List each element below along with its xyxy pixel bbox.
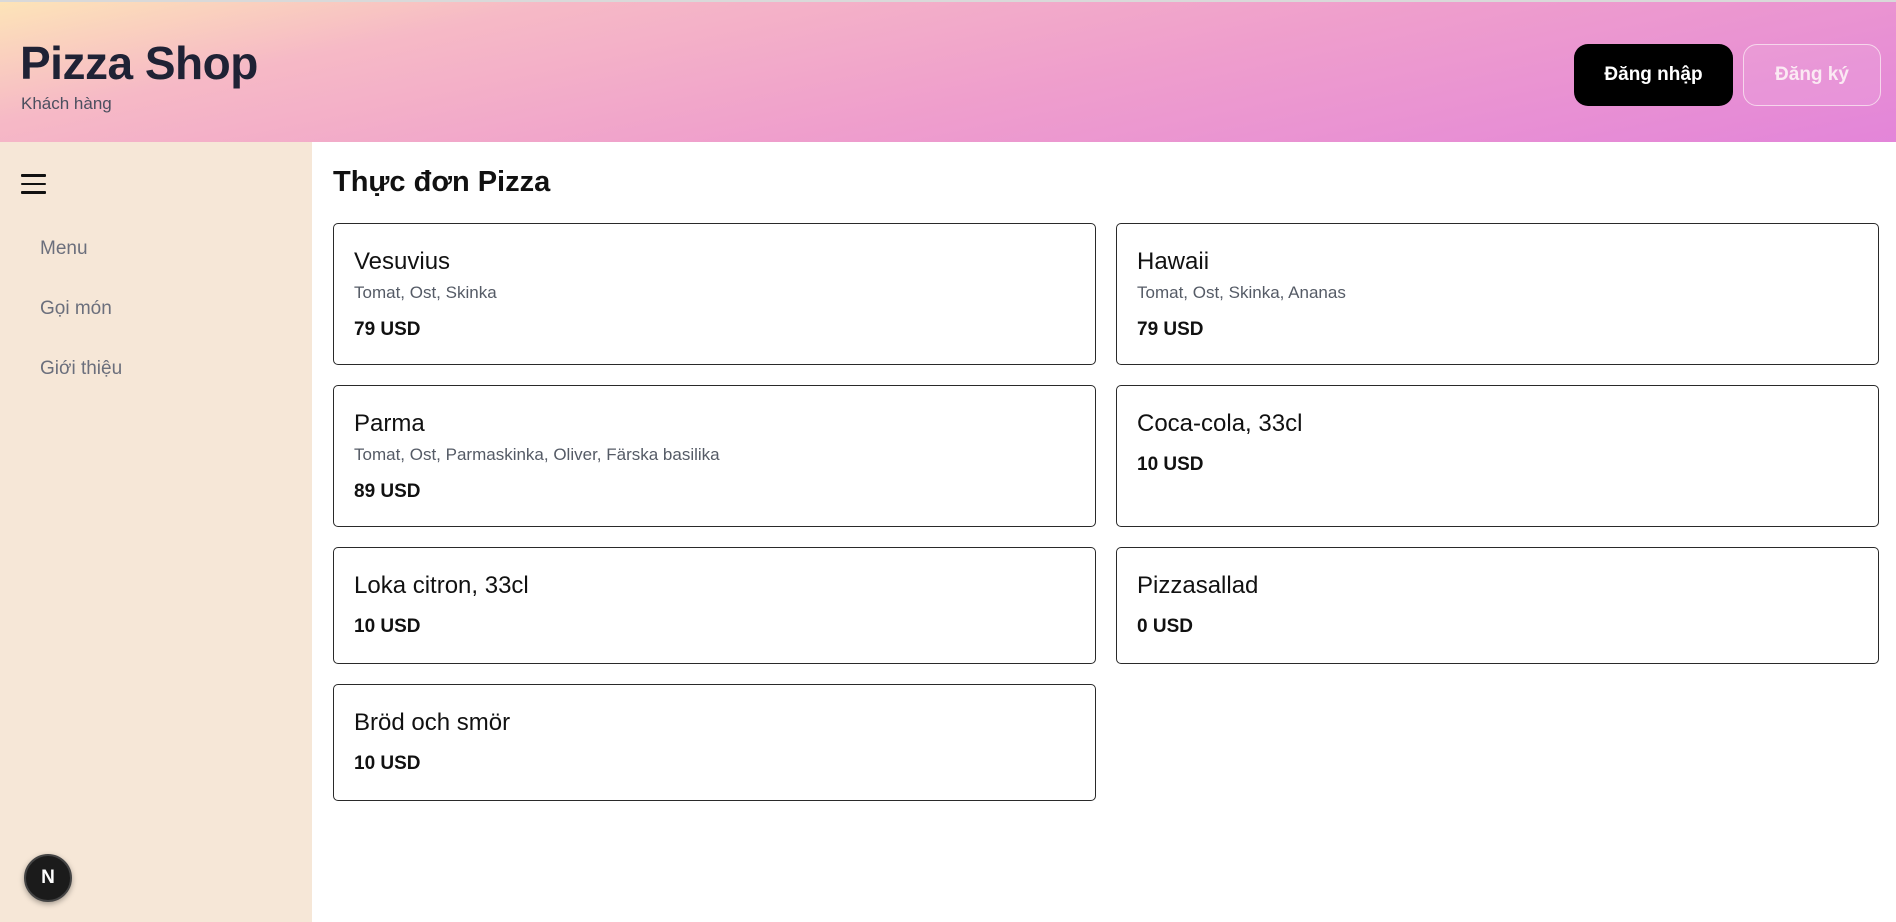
shop-subtitle: Khách hàng (21, 94, 112, 113)
product-name: Coca-cola, 33cl (1137, 410, 1303, 437)
product-description: Tomat, Ost, Parmaskinka, Oliver, Färska … (354, 445, 720, 464)
top-header: Pizza Shop Khách hàng Đăng nhập Đăng ký (0, 0, 1896, 142)
nextjs-badge-icon[interactable]: N (24, 854, 72, 902)
product-card[interactable]: Vesuvius Tomat, Ost, Skinka 79 USD (333, 223, 1096, 365)
hamburger-menu-icon[interactable] (21, 172, 47, 196)
product-card[interactable]: Loka citron, 33cl 10 USD (333, 547, 1096, 664)
sidebar: Menu Gọi món Giới thiệu N (0, 142, 312, 922)
product-card[interactable]: Bröd och smör 10 USD (333, 684, 1096, 801)
sidebar-item-order[interactable]: Gọi món (40, 298, 112, 320)
shop-title: Pizza Shop (20, 37, 258, 89)
product-card[interactable]: Parma Tomat, Ost, Parmaskinka, Oliver, F… (333, 385, 1096, 527)
product-name: Hawaii (1137, 248, 1210, 275)
product-card[interactable]: Hawaii Tomat, Ost, Skinka, Ananas 79 USD (1116, 223, 1879, 365)
product-price: 89 USD (354, 481, 421, 502)
product-price: 0 USD (1137, 616, 1193, 637)
sidebar-item-menu[interactable]: Menu (40, 238, 88, 260)
product-price: 79 USD (1137, 319, 1204, 340)
product-card[interactable]: Pizzasallad 0 USD (1116, 547, 1879, 664)
register-button[interactable]: Đăng ký (1743, 44, 1881, 106)
product-description: Tomat, Ost, Skinka (354, 283, 497, 302)
product-price: 10 USD (1137, 454, 1204, 475)
product-price: 10 USD (354, 616, 421, 637)
sidebar-item-about[interactable]: Giới thiệu (40, 358, 122, 380)
product-name: Vesuvius (354, 248, 451, 275)
product-name: Bröd och smör (354, 709, 511, 736)
product-description: Tomat, Ost, Skinka, Ananas (1137, 283, 1346, 302)
login-button[interactable]: Đăng nhập (1574, 44, 1733, 106)
product-name: Loka citron, 33cl (354, 572, 529, 599)
product-name: Parma (354, 410, 425, 437)
product-price: 79 USD (354, 319, 421, 340)
product-name: Pizzasallad (1137, 572, 1259, 599)
product-card[interactable]: Coca-cola, 33cl 10 USD (1116, 385, 1879, 527)
page-title: Thực đơn Pizza (333, 166, 551, 198)
product-price: 10 USD (354, 753, 421, 774)
